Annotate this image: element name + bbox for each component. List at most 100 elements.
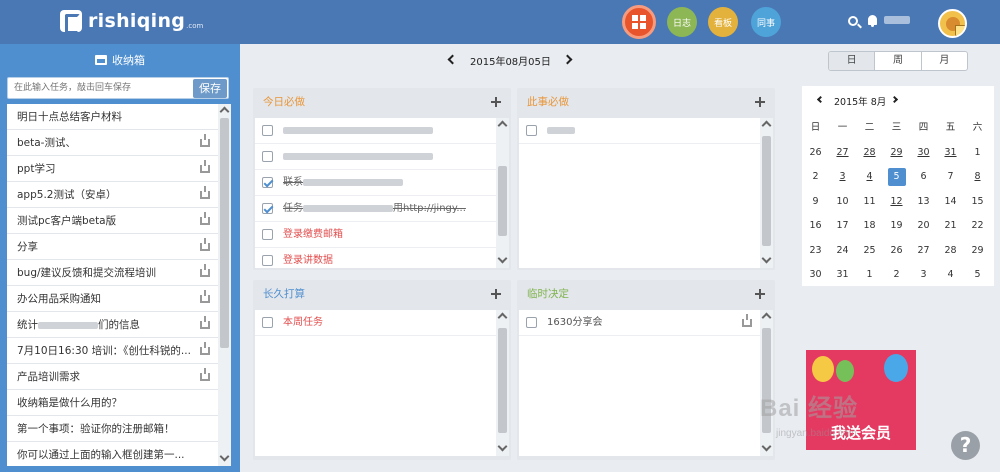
list-item[interactable]: app5.2测试（安卓） [7,182,218,208]
panel-scrollbar[interactable] [496,310,509,456]
add-task-icon[interactable] [491,289,501,299]
calendar-day[interactable]: 30 [910,141,937,166]
download-icon[interactable] [200,290,210,303]
logo[interactable]: rishiqing .com [60,10,203,34]
add-task-icon[interactable] [755,289,765,299]
nav-board-button[interactable]: 看板 [708,7,738,37]
panel-scrollbar[interactable] [760,310,773,456]
grid-view-button[interactable] [622,5,656,39]
download-icon[interactable] [200,368,210,381]
list-item[interactable]: 你可以通过上面的输入框创建第一... [7,442,218,466]
calendar-day[interactable]: 18 [856,214,883,239]
chevron-up-icon[interactable] [497,312,508,323]
calendar-day[interactable]: 26 [802,141,829,166]
view-month-button[interactable]: 月 [922,52,967,70]
panel-scrollbar[interactable] [496,118,509,268]
chevron-left-icon[interactable] [447,54,458,65]
download-icon[interactable] [200,134,210,147]
task-checkbox[interactable] [262,229,273,240]
task-checkbox[interactable] [262,317,273,328]
calendar-day[interactable]: 1 [856,263,883,288]
calendar-day[interactable]: 27 [910,239,937,264]
list-item[interactable]: 第一个事项：验证你的注册邮箱！ [7,416,218,442]
chevron-right-icon[interactable] [890,95,899,104]
list-item[interactable]: 明日十点总结客户材料 [7,104,218,130]
task-item[interactable]: 1630分享会 [519,310,760,336]
help-button[interactable]: ? [951,431,980,460]
calendar-day[interactable]: 12 [883,190,910,215]
calendar-day[interactable]: 22 [964,214,991,239]
calendar-day[interactable]: 27 [829,141,856,166]
list-item[interactable]: 办公用品采购通知 [7,286,218,312]
calendar-day[interactable]: 5 [883,165,910,190]
calendar-day[interactable]: 31 [937,141,964,166]
user-name-redacted[interactable] [884,16,910,24]
calendar-day[interactable]: 29 [883,141,910,166]
task-checkbox[interactable] [526,125,537,136]
add-task-icon[interactable] [755,97,765,107]
search-icon[interactable] [848,16,858,26]
task-item[interactable] [519,118,760,144]
list-item[interactable]: 统计 们的信息 [7,312,218,338]
nav-colleague-button[interactable]: 同事 [751,7,781,37]
task-item[interactable]: 本周任务 [255,310,496,336]
calendar-day[interactable]: 31 [829,263,856,288]
calendar-day[interactable]: 11 [856,190,883,215]
download-icon[interactable] [200,264,210,277]
nav-log-button[interactable]: 日志 [667,7,697,37]
calendar-day[interactable]: 19 [883,214,910,239]
chevron-up-icon[interactable] [761,312,772,323]
view-day-button[interactable]: 日 [829,52,876,70]
chevron-down-icon[interactable] [761,253,772,264]
calendar-day[interactable]: 10 [829,190,856,215]
list-item[interactable]: beta-测试、 [7,130,218,156]
calendar-day[interactable]: 28 [937,239,964,264]
calendar-day[interactable]: 16 [802,214,829,239]
download-icon[interactable] [200,316,210,329]
download-icon[interactable] [200,238,210,251]
download-icon[interactable] [200,160,210,173]
list-item[interactable]: 分享 [7,234,218,260]
calendar-day[interactable]: 25 [856,239,883,264]
chevron-down-icon[interactable] [497,441,508,452]
calendar-day[interactable]: 26 [883,239,910,264]
bell-icon[interactable] [868,15,877,27]
task-item[interactable]: 联系 [255,170,496,196]
download-icon[interactable] [742,314,752,327]
chevron-down-icon[interactable] [497,253,508,264]
list-item[interactable]: bug/建议反馈和提交流程培训 [7,260,218,286]
chevron-up-icon[interactable] [219,106,230,117]
task-item[interactable] [255,118,496,144]
task-checkbox[interactable] [262,125,273,136]
scroll-thumb[interactable] [498,328,507,433]
calendar-day[interactable]: 20 [910,214,937,239]
add-task-icon[interactable] [491,97,501,107]
task-checkbox[interactable] [262,151,273,162]
chevron-down-icon[interactable] [761,441,772,452]
calendar-day[interactable]: 23 [802,239,829,264]
download-icon[interactable] [200,342,210,355]
calendar-day[interactable]: 21 [937,214,964,239]
download-icon[interactable] [200,212,210,225]
scroll-thumb[interactable] [220,118,229,348]
calendar-day[interactable]: 2 [802,165,829,190]
calendar-day[interactable]: 24 [829,239,856,264]
calendar-day[interactable]: 4 [856,165,883,190]
calendar-day[interactable]: 3 [829,165,856,190]
calendar-day[interactable]: 8 [964,165,991,190]
panel-scrollbar[interactable] [760,118,773,268]
task-item[interactable] [255,144,496,170]
task-checkbox[interactable] [262,255,273,266]
task-checkbox[interactable] [262,177,273,188]
calendar-day[interactable]: 14 [937,190,964,215]
calendar-day[interactable]: 4 [937,263,964,288]
chevron-up-icon[interactable] [761,120,772,131]
calendar-day[interactable]: 15 [964,190,991,215]
chevron-right-icon[interactable] [562,54,573,65]
scroll-thumb[interactable] [498,166,507,236]
save-button[interactable]: 保存 [193,79,227,98]
calendar-day[interactable]: 28 [856,141,883,166]
list-item[interactable]: 7月10日16:30 培训：《创仕科锐的... [7,338,218,364]
calendar-day[interactable]: 3 [910,263,937,288]
download-icon[interactable] [200,186,210,199]
